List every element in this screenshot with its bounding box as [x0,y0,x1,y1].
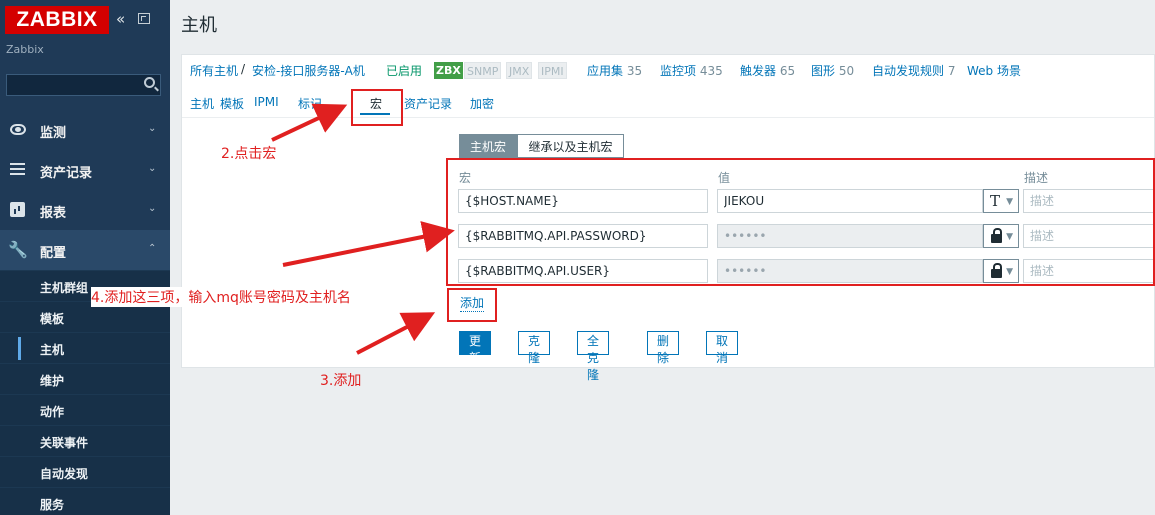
arrow-to-macro-rows [282,221,455,267]
arrow-to-add-link [356,312,436,355]
arrow-to-macro-tab [271,103,348,142]
annotation-arrows [271,103,455,355]
